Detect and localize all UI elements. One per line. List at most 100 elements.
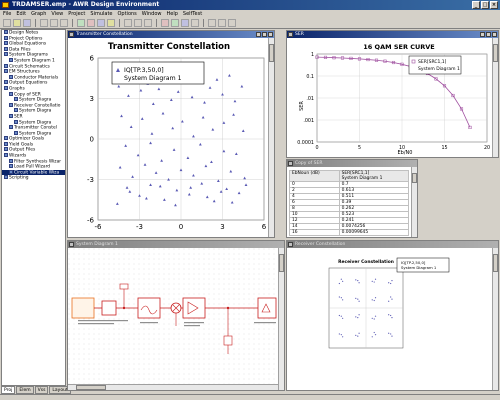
data-point xyxy=(391,298,393,300)
folder-icon xyxy=(4,52,8,57)
vertical-scrollbar[interactable] xyxy=(268,38,274,237)
horizontal-scrollbar[interactable] xyxy=(68,384,278,390)
paste-icon[interactable] xyxy=(60,19,68,27)
zoom-in-icon[interactable] xyxy=(124,19,132,27)
x-tick-label: 0 xyxy=(179,223,183,231)
data-point xyxy=(358,300,360,302)
vertical-scrollbar[interactable] xyxy=(411,167,417,237)
folder-icon xyxy=(4,153,8,158)
system-diagram-window[interactable]: System Diagram 1 xyxy=(67,240,285,391)
minimize-icon[interactable] xyxy=(480,32,485,37)
menu-options[interactable]: Options xyxy=(117,10,136,18)
menu-project[interactable]: Project xyxy=(68,10,85,18)
copy-icon[interactable] xyxy=(50,19,58,27)
zoom-fit-icon[interactable] xyxy=(144,19,152,27)
maximize-button[interactable]: □ xyxy=(481,1,489,9)
tab-elem[interactable]: Elem xyxy=(16,386,34,394)
tree-item-label: Scripting xyxy=(9,175,29,181)
data-point xyxy=(373,281,375,283)
modulator-block[interactable] xyxy=(101,300,117,316)
data-point xyxy=(355,334,357,336)
folder-icon xyxy=(4,141,8,146)
add-schematic-icon[interactable] xyxy=(97,19,105,27)
x-tick-label: 15 xyxy=(441,145,447,151)
x-tick-label: 20 xyxy=(484,145,490,151)
data-point xyxy=(342,280,344,282)
table-row[interactable]: 16 0.00099645 xyxy=(289,229,410,236)
menu-view[interactable]: View xyxy=(51,10,63,18)
optimize-icon[interactable] xyxy=(181,19,189,27)
data-point xyxy=(338,282,340,285)
ser-header-source: System Diagram 1 xyxy=(341,176,383,181)
zoom-out-icon[interactable] xyxy=(134,19,142,27)
system-diagram-canvas[interactable] xyxy=(68,248,280,386)
minimize-button[interactable]: _ xyxy=(472,1,480,9)
add-graph-icon[interactable] xyxy=(77,19,85,27)
vertical-scrollbar[interactable] xyxy=(492,248,498,390)
data-point xyxy=(338,333,340,335)
close-icon[interactable] xyxy=(492,32,497,37)
receiver-block[interactable] xyxy=(257,297,277,319)
folder-icon xyxy=(14,130,18,135)
add-system-icon[interactable] xyxy=(107,19,115,27)
minimize-icon[interactable] xyxy=(256,32,261,37)
folder-icon xyxy=(14,97,18,102)
tree-item[interactable]: Scripting xyxy=(2,175,65,181)
table-cell: 16 xyxy=(289,229,340,236)
simulate-icon[interactable] xyxy=(161,19,169,27)
vertical-scrollbar[interactable] xyxy=(278,248,284,390)
window-title-bar[interactable]: SER xyxy=(287,31,498,38)
data-point xyxy=(371,280,373,282)
plot-title: Transmitter Constellation xyxy=(108,42,230,52)
copy-of-ser-window[interactable]: Copy of SER EbNoun (dB) SER[SRC1,1] Syste… xyxy=(286,159,418,238)
menu-window[interactable]: Window xyxy=(142,10,162,18)
ground-icon[interactable] xyxy=(218,19,226,27)
data-point xyxy=(371,317,373,319)
ser-window[interactable]: SER 16 QAM SER CURVE 0 5 10 15 20 1 0.1.01.001… xyxy=(286,30,499,158)
window-title: System Diagram 1 xyxy=(76,242,118,247)
add-measurement-icon[interactable] xyxy=(87,19,95,27)
menu-edit[interactable]: Edit xyxy=(16,10,26,18)
window-title-bar[interactable]: Receiver Constellation xyxy=(287,241,498,248)
menu-graph[interactable]: Graph xyxy=(31,10,46,18)
vertical-scrollbar[interactable] xyxy=(492,38,498,157)
yield-icon[interactable] xyxy=(191,19,199,27)
filter-block[interactable] xyxy=(137,297,161,319)
col-header-ebno: EbNoun (dB) xyxy=(289,170,340,182)
probe-block[interactable] xyxy=(119,283,129,290)
toolbar xyxy=(0,18,500,29)
x-tick-label: -3 xyxy=(136,223,143,231)
cut-icon[interactable] xyxy=(40,19,48,27)
folder-icon xyxy=(9,91,13,96)
tune-icon[interactable] xyxy=(171,19,179,27)
wire-icon[interactable] xyxy=(208,19,216,27)
menu-help[interactable]: Help xyxy=(167,10,178,18)
menu-selftest[interactable]: SelfTest xyxy=(183,10,202,18)
tab-vss[interactable]: Vss xyxy=(34,386,49,394)
save-icon[interactable] xyxy=(23,19,31,27)
open-icon[interactable] xyxy=(13,19,21,27)
noise-block[interactable] xyxy=(223,335,233,346)
close-button[interactable]: × xyxy=(490,1,498,9)
receiver-constellation-window[interactable]: Receiver Constellation Receiver Constell… xyxy=(286,240,499,391)
y-tick-label: 0.0001 xyxy=(297,140,314,146)
transmitter-constellation-window[interactable]: Transmitter Constellation Transmitter Co… xyxy=(67,30,275,238)
tab-proj[interactable]: Proj xyxy=(1,386,16,394)
window-title-bar[interactable]: Copy of SER xyxy=(287,160,417,167)
legend-series-label: IQ[TP.3,50,0] xyxy=(124,67,164,74)
amplifier-block[interactable] xyxy=(182,297,206,319)
data-point xyxy=(358,332,360,334)
ser-plot: 16 QAM SER CURVE 0 5 10 15 2010.1.01.0010.00… xyxy=(297,43,490,156)
menu-file[interactable]: File xyxy=(3,10,11,18)
folder-icon xyxy=(9,169,13,174)
new-icon[interactable] xyxy=(3,19,11,27)
port-icon[interactable] xyxy=(228,19,236,27)
menu-simulate[interactable]: Simulate xyxy=(90,10,112,18)
maximize-icon[interactable] xyxy=(262,32,267,37)
data-point xyxy=(340,278,342,280)
maximize-icon[interactable] xyxy=(486,32,491,37)
close-icon[interactable] xyxy=(268,32,273,37)
source-block[interactable] xyxy=(71,297,95,319)
window-title-bar[interactable]: Transmitter Constellation xyxy=(68,31,274,38)
window-title-bar[interactable]: System Diagram 1 xyxy=(68,241,284,248)
